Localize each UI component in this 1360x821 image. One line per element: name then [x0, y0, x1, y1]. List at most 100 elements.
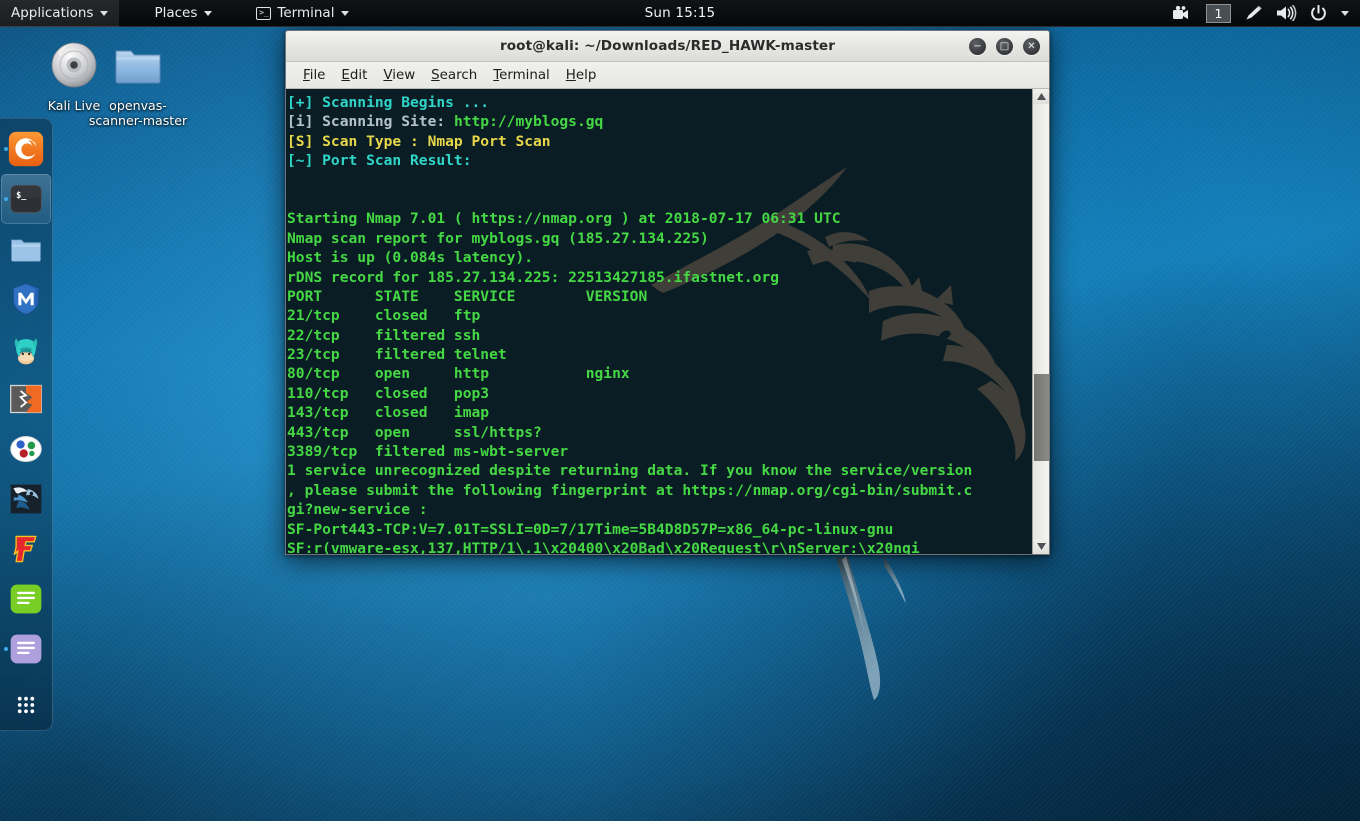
terminal-window-menu-label: Terminal: [277, 5, 335, 21]
dock-item-armitage[interactable]: [1, 324, 51, 374]
terminal-text-run: 1 service unrecognized despite returning…: [287, 462, 973, 480]
dock-item-beef[interactable]: [1, 424, 51, 474]
terminal-text-run: [~] Port Scan Result:: [287, 152, 472, 170]
power-icon[interactable]: [1310, 4, 1327, 22]
window-controls: − □ ✕: [969, 31, 1040, 62]
dock-item-firefox[interactable]: [1, 124, 51, 174]
terminal-small-icon: >_: [256, 6, 272, 20]
terminal-output: [+] Scanning Begins ... [i] Scanning Site…: [286, 89, 1032, 554]
menu-view[interactable]: View: [375, 65, 423, 86]
dock-item-text-editor-green[interactable]: [1, 574, 51, 624]
terminal-text-run: 22/tcp filtered ssh: [287, 326, 481, 344]
scroll-up-arrow[interactable]: [1032, 89, 1049, 104]
menu-terminal[interactable]: Terminal: [485, 65, 558, 86]
dock-item-metasploit[interactable]: [1, 274, 51, 324]
menu-file[interactable]: File: [295, 65, 333, 86]
terminal-text-run: [i] Scanning Site:: [287, 113, 454, 131]
chevron-down-icon: [204, 10, 213, 16]
terminal-text-run: rDNS record for 185.27.134.225: 22513427…: [287, 268, 780, 286]
scroll-down-arrow[interactable]: [1032, 539, 1049, 554]
terminal-line: [S] Scan Type : Nmap Port Scan: [287, 132, 1032, 151]
terminal-icon: $_: [10, 185, 42, 213]
terminal-line: Nmap scan report for myblogs.gq (185.27.…: [287, 229, 1032, 248]
places-menu[interactable]: Places: [143, 0, 223, 27]
terminal-line: Host is up (0.084s latency).: [287, 248, 1032, 267]
terminal-scrollbar[interactable]: [1032, 89, 1049, 554]
terminal-text-run: http://myblogs.gq: [453, 113, 604, 131]
dock-item-show-applications[interactable]: [1, 680, 51, 730]
window-title: root@kali: ~/Downloads/RED_HAWK-master: [499, 38, 836, 54]
terminal-text-run: 23/tcp filtered telnet: [287, 346, 507, 364]
text-editor-icon: [10, 584, 42, 614]
dock-item-files[interactable]: [1, 224, 51, 274]
camera-recorder-icon[interactable]: [1173, 5, 1193, 21]
terminal-line: SF-Port443-TCP:V=7.01T=SSLI=0D=7/17Time=…: [287, 520, 1032, 539]
desktop-icon-openvas-scanner-master[interactable]: openvas-scanner-master: [86, 37, 190, 128]
terminal-text-run: Host is up (0.084s latency).: [287, 249, 534, 267]
burpsuite-icon: [10, 384, 42, 414]
terminal-line: 3389/tcp filtered ms-wbt-server: [287, 442, 1032, 461]
terminal-line: 143/tcp closed imap: [287, 403, 1032, 422]
dock-item-faraday[interactable]: [1, 524, 51, 574]
firefox-icon: [8, 131, 44, 167]
terminal-text-run: , please submit the following fingerprin…: [287, 481, 973, 499]
maximize-button[interactable]: □: [996, 38, 1013, 55]
maltego-icon: [10, 484, 42, 514]
pen-tablet-icon[interactable]: [1244, 5, 1263, 22]
metasploit-icon: [12, 283, 40, 315]
terminal-text-run: 3389/tcp filtered ms-wbt-server: [287, 443, 569, 461]
armitage-icon: [14, 338, 38, 365]
terminal-line: [~] Port Scan Result:: [287, 151, 1032, 170]
terminal-line: [i] Scanning Site: http://myblogs.gq: [287, 112, 1032, 131]
terminal-text-run: [+] Scanning Begins ...: [287, 94, 490, 111]
window-titlebar[interactable]: root@kali: ~/Downloads/RED_HAWK-master −…: [286, 31, 1049, 62]
menu-help[interactable]: Help: [558, 65, 605, 86]
close-button[interactable]: ✕: [1023, 38, 1040, 55]
scrollbar-thumb[interactable]: [1033, 373, 1049, 461]
terminal-line: 23/tcp filtered telnet: [287, 345, 1032, 364]
terminal-text-run: SF:r(vmware-esx,137,HTTP/1\.1\x20400\x20…: [287, 539, 920, 554]
terminal-text-run: 21/tcp closed ftp: [287, 307, 481, 325]
terminal-text-run: 143/tcp closed imap: [287, 404, 490, 422]
places-menu-label: Places: [154, 5, 198, 21]
chevron-down-icon[interactable]: [1341, 10, 1349, 16]
terminal-line: , please submit the following fingerprin…: [287, 481, 1032, 500]
scrollbar-track[interactable]: [1032, 104, 1049, 539]
terminal-window-menu[interactable]: >_ Terminal: [245, 0, 360, 27]
window-menubar: File Edit View Search Terminal Help: [286, 62, 1049, 89]
terminal-text-run: 80/tcp open http nginx: [287, 365, 630, 383]
terminal-line: 443/tcp open ssl/https?: [287, 423, 1032, 442]
chevron-down-icon: [341, 10, 350, 16]
terminal-line: SF:r(vmware-esx,137,HTTP/1\.1\x20400\x20…: [287, 539, 1032, 554]
terminal-line: 110/tcp closed pop3: [287, 384, 1032, 403]
minimize-button[interactable]: −: [969, 38, 986, 55]
app-grid-icon: [17, 696, 35, 714]
terminal-line: Starting Nmap 7.01 ( https://nmap.org ) …: [287, 209, 1032, 228]
volume-icon[interactable]: [1276, 5, 1297, 21]
svg-text:$_: $_: [16, 191, 27, 201]
terminal-line: gi?new-service :: [287, 500, 1032, 519]
faraday-icon: [13, 535, 37, 563]
terminal-line: PORT STATE SERVICE VERSION: [287, 287, 1032, 306]
documents-icon: [10, 634, 42, 664]
menu-search[interactable]: Search: [423, 65, 485, 86]
terminal-text-run: Starting Nmap 7.01 ( https://nmap.org ) …: [287, 210, 841, 228]
workspace-indicator[interactable]: 1: [1206, 3, 1231, 23]
beef-icon: [10, 435, 42, 463]
terminal-text-run: 110/tcp closed pop3: [287, 384, 490, 402]
applications-menu[interactable]: Applications: [0, 0, 120, 27]
dock-item-terminal[interactable]: $_: [1, 174, 51, 224]
folder-icon: [115, 50, 161, 84]
terminal-line: 22/tcp filtered ssh: [287, 326, 1032, 345]
terminal-body[interactable]: [+] Scanning Begins ... [i] Scanning Site…: [286, 89, 1049, 554]
terminal-text-run: Nmap scan report for myblogs.gq (185.27.…: [287, 229, 709, 247]
dock-item-burpsuite[interactable]: [1, 374, 51, 424]
terminal-line: [+] Scanning Begins ...: [287, 93, 1032, 112]
dock-item-maltego[interactable]: [1, 474, 51, 524]
terminal-text-run: gi?new-service :: [287, 501, 428, 519]
dock-item-text-editor-purple[interactable]: [1, 624, 51, 674]
application-dock: $_: [0, 118, 53, 731]
menu-edit[interactable]: Edit: [333, 65, 375, 86]
